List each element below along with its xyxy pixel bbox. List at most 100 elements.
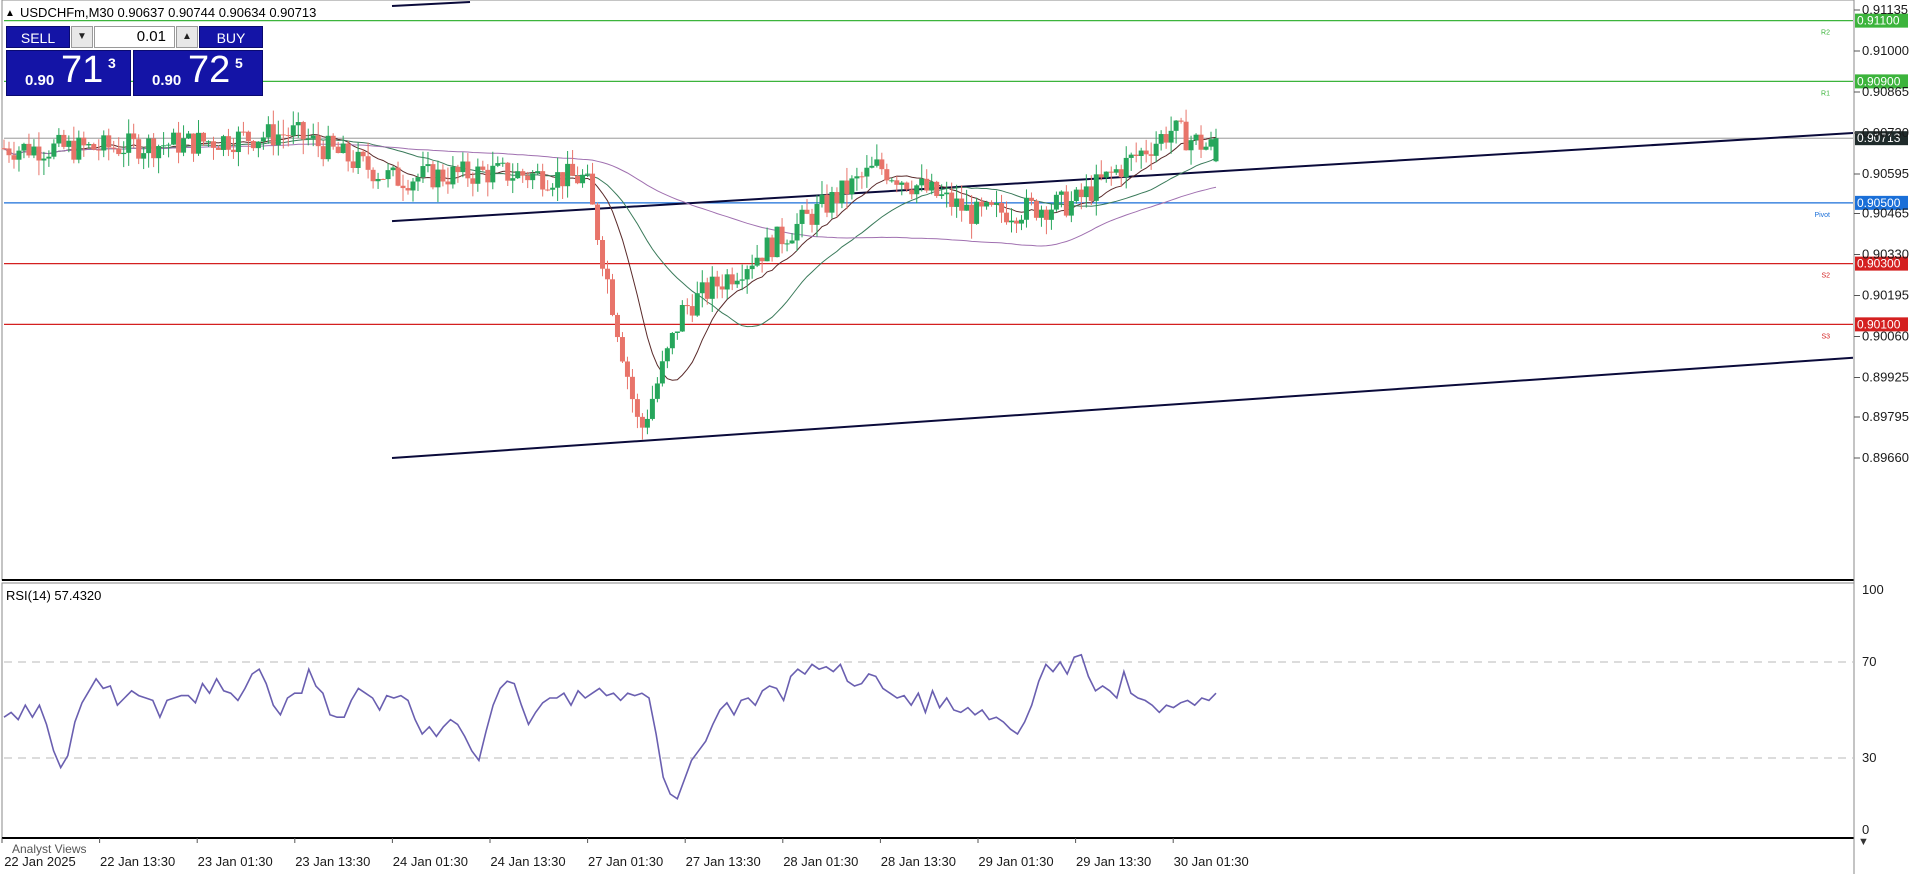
candle-body: [295, 122, 301, 126]
candle-body: [455, 166, 461, 173]
candle-body: [1058, 191, 1064, 195]
time-tick-label: 23 Jan 13:30: [295, 854, 370, 869]
candle-body: [759, 257, 765, 262]
candle-body: [500, 162, 506, 164]
candle-body: [485, 169, 491, 183]
candle-body: [510, 178, 516, 181]
candle-body: [904, 182, 910, 190]
candle-body: [709, 276, 715, 299]
candle-body: [919, 178, 925, 186]
candle-body: [270, 124, 276, 146]
lot-size-input[interactable]: 0.01: [94, 26, 175, 48]
candle-body: [769, 237, 775, 258]
price-tick-label: 0.89795: [1862, 409, 1909, 424]
candle-body: [365, 156, 371, 170]
time-tick-label: 24 Jan 13:30: [490, 854, 565, 869]
candle-body: [614, 314, 620, 338]
candle-body: [1, 148, 7, 150]
candle-body: [325, 135, 331, 160]
level-tag-pivot: Pivot: [1814, 212, 1830, 219]
time-tick-label: 30 Jan 01:30: [1174, 854, 1249, 869]
price-tick-label: 0.89925: [1862, 370, 1909, 385]
time-tick-label: 23 Jan 01:30: [198, 854, 273, 869]
candle-body: [81, 137, 87, 146]
candle-body: [191, 133, 197, 154]
candle-body: [969, 204, 975, 224]
candle-body: [879, 159, 885, 170]
candle-body: [684, 304, 690, 307]
candle-body: [914, 185, 920, 195]
candle-body: [704, 282, 710, 299]
candle-body: [1013, 220, 1019, 224]
rsi-line: [3, 653, 1217, 801]
candle-body: [629, 376, 635, 400]
candle-body: [1073, 189, 1079, 202]
candle-body: [310, 135, 316, 139]
candle-body: [345, 143, 351, 162]
analyst-views-label[interactable]: Analyst Views: [12, 842, 86, 856]
candle-body: [116, 148, 122, 155]
lot-increase-icon[interactable]: ▲: [176, 26, 198, 48]
candle-body: [280, 134, 286, 136]
candle-body: [250, 141, 256, 149]
candle-body: [1128, 154, 1134, 158]
candle-body: [1148, 154, 1154, 156]
collapse-triangle-icon[interactable]: ▲: [5, 8, 15, 19]
candle-body: [131, 133, 137, 140]
candle-body: [964, 204, 970, 211]
candle-body: [480, 166, 486, 170]
rsi-tick-label: 0: [1862, 822, 1869, 837]
candle-body: [600, 240, 606, 269]
candle-body: [999, 203, 1005, 213]
candle-body: [470, 178, 476, 184]
candle-body: [884, 169, 890, 181]
buy-price-button[interactable]: 0.90 72 5: [133, 49, 263, 96]
candle-body: [1188, 140, 1194, 151]
candle-body: [774, 226, 780, 258]
lot-decrease-icon[interactable]: ▼: [71, 26, 93, 48]
one-click-trading-panel: SELL ▼ 0.01 ▲ BUY 0.90 71 3 0.90 72 5: [6, 26, 263, 98]
candle-body: [71, 140, 77, 160]
candle-body: [390, 167, 396, 171]
candle-body: [570, 163, 576, 176]
time-tick-label: 24 Jan 01:30: [393, 854, 468, 869]
price-tick-label: 0.90595: [1862, 166, 1909, 181]
candle-body: [305, 138, 311, 140]
candle-body: [425, 164, 431, 167]
candle-body: [565, 163, 571, 187]
candle-body: [141, 153, 147, 159]
candle-body: [744, 269, 750, 280]
candle-body: [979, 201, 985, 207]
level-tag-r2: R2: [1821, 30, 1830, 37]
symbol-header: USDCHFm,M30 0.90637 0.90744 0.90634 0.90…: [20, 5, 316, 20]
chart-canvas[interactable]: R20.91100R10.90900Pivot0.90500S20.90300S…: [0, 0, 1916, 874]
candle-body: [550, 187, 556, 190]
candle-body: [440, 169, 446, 182]
candle-body: [1018, 219, 1024, 224]
candle-body: [1023, 197, 1029, 220]
candle-body: [61, 134, 67, 147]
price-tick-label: 0.89660: [1862, 450, 1909, 465]
candle-body: [1168, 130, 1174, 143]
candle-body: [984, 202, 990, 207]
candle-body: [515, 171, 521, 179]
candle-body: [36, 146, 42, 161]
candle-body: [196, 132, 202, 154]
price-tick-label: 0.90865: [1862, 84, 1909, 99]
candle-body: [1053, 194, 1059, 210]
candle-body: [555, 172, 561, 188]
candle-body: [1153, 143, 1159, 156]
candle-body: [939, 194, 945, 196]
sell-price-button[interactable]: 0.90 71 3: [6, 49, 131, 96]
candle-body: [824, 194, 830, 213]
candle-body: [1118, 169, 1124, 178]
candle-body: [1068, 201, 1074, 216]
sell-button[interactable]: SELL: [6, 26, 70, 48]
price-tick-label: 0.90060: [1862, 329, 1909, 344]
candle-body: [949, 192, 955, 207]
scroll-down-icon[interactable]: ▼: [1858, 836, 1869, 848]
candle-body: [799, 209, 805, 224]
candle-body: [360, 151, 366, 157]
buy-button[interactable]: BUY: [199, 26, 263, 48]
candle-body: [654, 383, 660, 399]
